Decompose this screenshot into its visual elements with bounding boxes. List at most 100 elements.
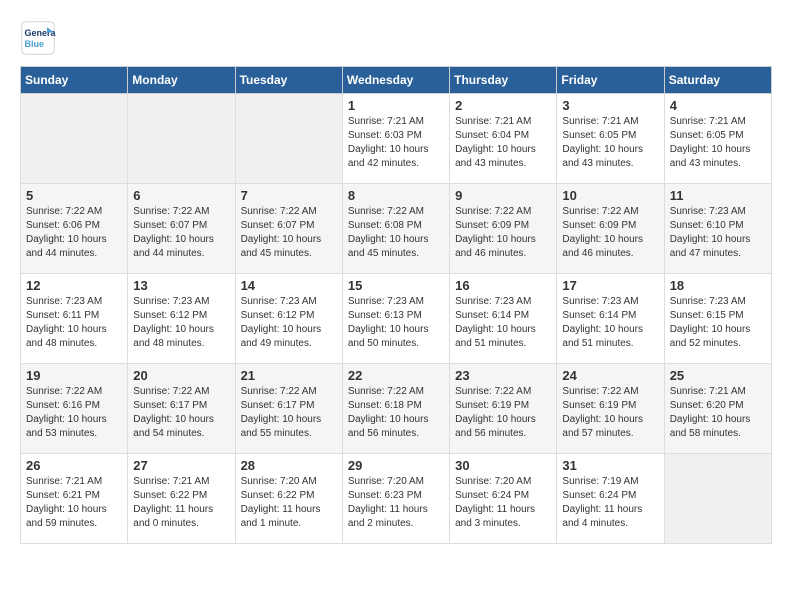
- calendar-cell: 7 Sunrise: 7:22 AM Sunset: 6:07 PM Daylig…: [235, 184, 342, 274]
- calendar-cell: 30 Sunrise: 7:20 AM Sunset: 6:24 PM Dayli…: [450, 454, 557, 544]
- calendar-week-1: 1 Sunrise: 7:21 AM Sunset: 6:03 PM Daylig…: [21, 94, 772, 184]
- day-info: Sunrise: 7:23 AM Sunset: 6:13 PM Dayligh…: [348, 295, 444, 351]
- weekday-header-saturday: Saturday: [664, 67, 771, 94]
- day-number: 8: [348, 188, 444, 203]
- day-info: Sunrise: 7:22 AM Sunset: 6:18 PM Dayligh…: [348, 385, 444, 441]
- day-number: 10: [562, 188, 658, 203]
- day-number: 24: [562, 368, 658, 383]
- calendar-cell: [21, 94, 128, 184]
- day-info: Sunrise: 7:21 AM Sunset: 6:05 PM Dayligh…: [562, 115, 658, 171]
- day-number: 11: [670, 188, 766, 203]
- weekday-header-wednesday: Wednesday: [342, 67, 449, 94]
- calendar-cell: 25 Sunrise: 7:21 AM Sunset: 6:20 PM Dayli…: [664, 364, 771, 454]
- calendar-cell: 10 Sunrise: 7:22 AM Sunset: 6:09 PM Dayli…: [557, 184, 664, 274]
- calendar-cell: 5 Sunrise: 7:22 AM Sunset: 6:06 PM Daylig…: [21, 184, 128, 274]
- calendar-cell: 26 Sunrise: 7:21 AM Sunset: 6:21 PM Dayli…: [21, 454, 128, 544]
- calendar-week-5: 26 Sunrise: 7:21 AM Sunset: 6:21 PM Dayli…: [21, 454, 772, 544]
- weekday-header-thursday: Thursday: [450, 67, 557, 94]
- calendar-cell: 28 Sunrise: 7:20 AM Sunset: 6:22 PM Dayli…: [235, 454, 342, 544]
- calendar-table: SundayMondayTuesdayWednesdayThursdayFrid…: [20, 66, 772, 544]
- day-info: Sunrise: 7:23 AM Sunset: 6:12 PM Dayligh…: [241, 295, 337, 351]
- day-number: 9: [455, 188, 551, 203]
- weekday-header-friday: Friday: [557, 67, 664, 94]
- day-info: Sunrise: 7:22 AM Sunset: 6:09 PM Dayligh…: [562, 205, 658, 261]
- day-number: 2: [455, 98, 551, 113]
- day-info: Sunrise: 7:20 AM Sunset: 6:22 PM Dayligh…: [241, 475, 337, 531]
- day-number: 22: [348, 368, 444, 383]
- day-info: Sunrise: 7:21 AM Sunset: 6:21 PM Dayligh…: [26, 475, 122, 531]
- day-info: Sunrise: 7:23 AM Sunset: 6:15 PM Dayligh…: [670, 295, 766, 351]
- calendar-cell: [128, 94, 235, 184]
- calendar-cell: 22 Sunrise: 7:22 AM Sunset: 6:18 PM Dayli…: [342, 364, 449, 454]
- day-info: Sunrise: 7:21 AM Sunset: 6:03 PM Dayligh…: [348, 115, 444, 171]
- day-number: 4: [670, 98, 766, 113]
- day-info: Sunrise: 7:22 AM Sunset: 6:06 PM Dayligh…: [26, 205, 122, 261]
- calendar-week-3: 12Sunrise: 7:23 AM Sunset: 6:11 PM Dayli…: [21, 274, 772, 364]
- day-info: Sunrise: 7:22 AM Sunset: 6:19 PM Dayligh…: [455, 385, 551, 441]
- calendar-cell: 18 Sunrise: 7:23 AM Sunset: 6:15 PM Dayli…: [664, 274, 771, 364]
- day-number: 5: [26, 188, 122, 203]
- calendar-cell: 31Sunrise: 7:19 AM Sunset: 6:24 PM Dayli…: [557, 454, 664, 544]
- day-number: 18: [670, 278, 766, 293]
- day-number: 25: [670, 368, 766, 383]
- calendar-cell: 19Sunrise: 7:22 AM Sunset: 6:16 PM Dayli…: [21, 364, 128, 454]
- calendar-cell: 9 Sunrise: 7:22 AM Sunset: 6:09 PM Daylig…: [450, 184, 557, 274]
- day-info: Sunrise: 7:22 AM Sunset: 6:07 PM Dayligh…: [241, 205, 337, 261]
- day-number: 1: [348, 98, 444, 113]
- day-number: 26: [26, 458, 122, 473]
- logo: General Blue: [20, 20, 60, 56]
- calendar-week-4: 19Sunrise: 7:22 AM Sunset: 6:16 PM Dayli…: [21, 364, 772, 454]
- day-info: Sunrise: 7:22 AM Sunset: 6:19 PM Dayligh…: [562, 385, 658, 441]
- calendar-cell: 3Sunrise: 7:21 AM Sunset: 6:05 PM Daylig…: [557, 94, 664, 184]
- day-info: Sunrise: 7:22 AM Sunset: 6:08 PM Dayligh…: [348, 205, 444, 261]
- day-number: 23: [455, 368, 551, 383]
- day-info: Sunrise: 7:21 AM Sunset: 6:22 PM Dayligh…: [133, 475, 229, 531]
- weekday-header-sunday: Sunday: [21, 67, 128, 94]
- day-info: Sunrise: 7:23 AM Sunset: 6:14 PM Dayligh…: [455, 295, 551, 351]
- day-number: 28: [241, 458, 337, 473]
- day-info: Sunrise: 7:22 AM Sunset: 6:17 PM Dayligh…: [241, 385, 337, 441]
- day-info: Sunrise: 7:23 AM Sunset: 6:12 PM Dayligh…: [133, 295, 229, 351]
- day-number: 16: [455, 278, 551, 293]
- day-number: 27: [133, 458, 229, 473]
- calendar-cell: [235, 94, 342, 184]
- calendar-cell: 14 Sunrise: 7:23 AM Sunset: 6:12 PM Dayli…: [235, 274, 342, 364]
- calendar-cell: 15Sunrise: 7:23 AM Sunset: 6:13 PM Dayli…: [342, 274, 449, 364]
- calendar-cell: 24 Sunrise: 7:22 AM Sunset: 6:19 PM Dayli…: [557, 364, 664, 454]
- calendar-cell: 13 Sunrise: 7:23 AM Sunset: 6:12 PM Dayli…: [128, 274, 235, 364]
- calendar-cell: 23 Sunrise: 7:22 AM Sunset: 6:19 PM Dayli…: [450, 364, 557, 454]
- calendar-cell: 20 Sunrise: 7:22 AM Sunset: 6:17 PM Dayli…: [128, 364, 235, 454]
- calendar-cell: 16 Sunrise: 7:23 AM Sunset: 6:14 PM Dayli…: [450, 274, 557, 364]
- day-number: 14: [241, 278, 337, 293]
- day-number: 13: [133, 278, 229, 293]
- day-number: 21: [241, 368, 337, 383]
- day-info: Sunrise: 7:19 AM Sunset: 6:24 PM Dayligh…: [562, 475, 658, 531]
- day-number: 30: [455, 458, 551, 473]
- day-number: 17: [562, 278, 658, 293]
- calendar-cell: 29Sunrise: 7:20 AM Sunset: 6:23 PM Dayli…: [342, 454, 449, 544]
- calendar-cell: 1 Sunrise: 7:21 AM Sunset: 6:03 PM Daylig…: [342, 94, 449, 184]
- calendar-cell: 4 Sunrise: 7:21 AM Sunset: 6:05 PM Daylig…: [664, 94, 771, 184]
- day-info: Sunrise: 7:21 AM Sunset: 6:20 PM Dayligh…: [670, 385, 766, 441]
- day-info: Sunrise: 7:22 AM Sunset: 6:17 PM Dayligh…: [133, 385, 229, 441]
- day-info: Sunrise: 7:23 AM Sunset: 6:14 PM Dayligh…: [562, 295, 658, 351]
- calendar-cell: 11 Sunrise: 7:23 AM Sunset: 6:10 PM Dayli…: [664, 184, 771, 274]
- weekday-header-tuesday: Tuesday: [235, 67, 342, 94]
- svg-text:General: General: [25, 28, 57, 38]
- day-number: 19: [26, 368, 122, 383]
- day-info: Sunrise: 7:21 AM Sunset: 6:04 PM Dayligh…: [455, 115, 551, 171]
- day-info: Sunrise: 7:22 AM Sunset: 6:09 PM Dayligh…: [455, 205, 551, 261]
- day-number: 29: [348, 458, 444, 473]
- day-number: 20: [133, 368, 229, 383]
- day-number: 6: [133, 188, 229, 203]
- svg-text:Blue: Blue: [25, 39, 45, 49]
- day-info: Sunrise: 7:23 AM Sunset: 6:10 PM Dayligh…: [670, 205, 766, 261]
- logo-icon: General Blue: [20, 20, 56, 56]
- calendar-cell: 2 Sunrise: 7:21 AM Sunset: 6:04 PM Daylig…: [450, 94, 557, 184]
- day-info: Sunrise: 7:21 AM Sunset: 6:05 PM Dayligh…: [670, 115, 766, 171]
- calendar-cell: [664, 454, 771, 544]
- page-header: General Blue: [20, 20, 772, 56]
- day-info: Sunrise: 7:20 AM Sunset: 6:24 PM Dayligh…: [455, 475, 551, 531]
- calendar-cell: 17 Sunrise: 7:23 AM Sunset: 6:14 PM Dayli…: [557, 274, 664, 364]
- day-number: 7: [241, 188, 337, 203]
